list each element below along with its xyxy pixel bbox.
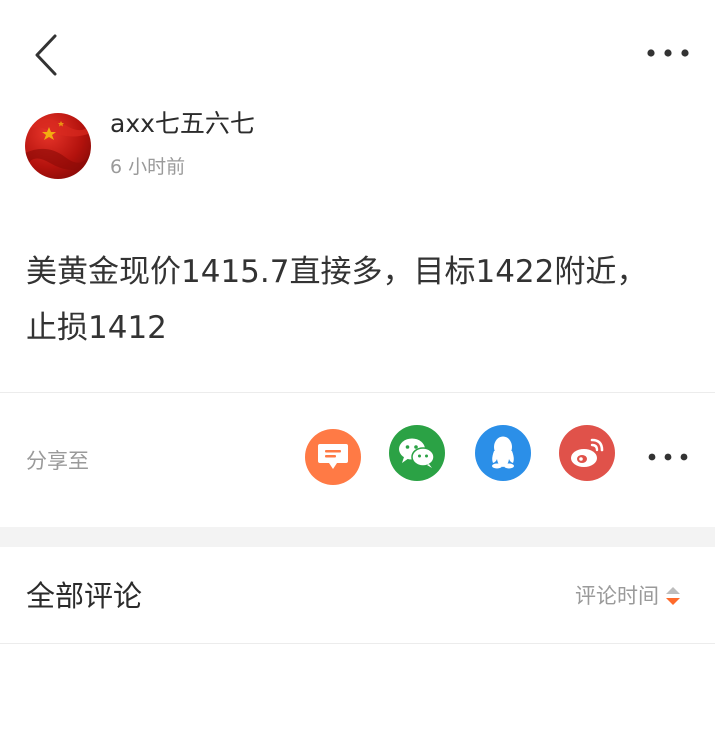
back-button[interactable] [22,28,70,82]
more-options-button[interactable] [638,38,698,68]
post-content: 美黄金现价1415.7直接多，目标1422附近，止损1412 [26,254,648,346]
sort-label: 评论时间 [575,584,659,608]
share-comment-button[interactable] [305,429,361,485]
flag-image [25,118,91,171]
chevron-left-icon [35,34,57,76]
weibo-icon [571,438,604,467]
content-divider [0,392,715,393]
wechat-icon [399,438,435,468]
comments-title: 全部评论 [26,579,143,613]
share-qq-button[interactable] [475,425,531,481]
qq-penguin-icon [492,436,514,469]
sort-toggle-icon [665,585,681,607]
more-horizontal-icon [647,49,689,57]
share-wechat-button[interactable] [389,425,445,481]
share-label: 分享至 [26,449,89,473]
chat-bubble-icon [318,444,348,469]
comments-divider [0,643,715,644]
share-weibo-button[interactable] [559,425,615,481]
sort-by-time-button[interactable]: 评论时间 [575,578,681,614]
share-more-button[interactable] [640,440,696,474]
more-horizontal-icon [648,453,688,461]
post-timestamp: 6 小时前 [110,156,186,178]
author-name[interactable]: axx七五六七 [110,106,255,142]
author-avatar[interactable] [25,113,91,179]
section-separator [0,527,715,547]
